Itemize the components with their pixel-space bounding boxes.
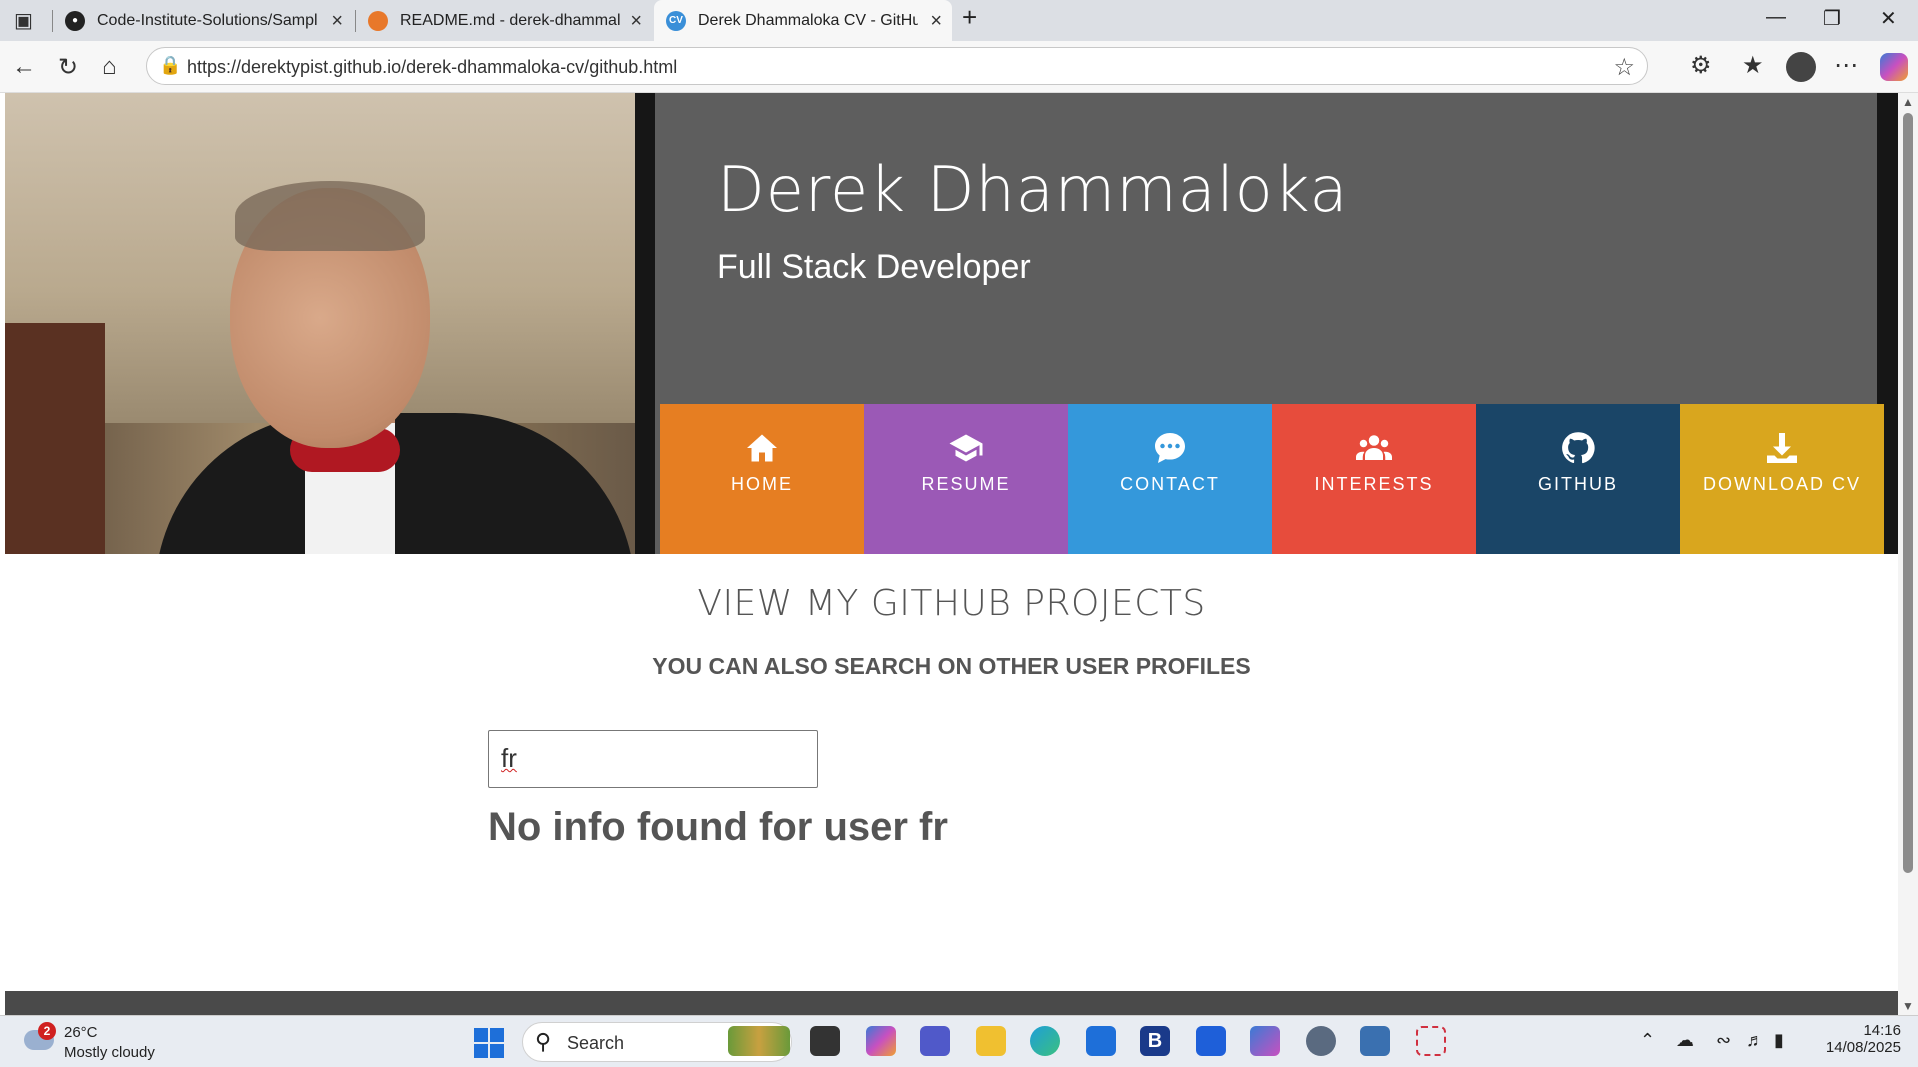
- graduation-cap-icon: [949, 434, 983, 462]
- search-icon: ⚲: [535, 1029, 552, 1054]
- tab-title: Derek Dhammaloka CV - GitHub: [698, 11, 918, 29]
- search-highlight-icon: [728, 1026, 790, 1056]
- main-nav: HOME RESUME CONTACT INTERESTS GITHUB DOW…: [660, 404, 1884, 554]
- nav-label: DOWNLOAD CV: [1702, 474, 1861, 494]
- page-scrollbar[interactable]: ▲ ▼: [1898, 93, 1918, 1015]
- nav-label: GITHUB: [1537, 474, 1618, 494]
- url-bar[interactable]: 🔒 https://derektypist.github.io/derek-dh…: [146, 47, 1648, 85]
- home-icon: [747, 434, 777, 462]
- browser-tab-bar: ▣ ● Code-Institute-Solutions/Sample × RE…: [0, 0, 1918, 41]
- restore-icon[interactable]: ❐: [1823, 6, 1841, 31]
- scrollbar-thumb[interactable]: [1903, 113, 1913, 873]
- battery-icon[interactable]: ▮: [1774, 1030, 1784, 1051]
- refresh-icon[interactable]: ↻: [58, 53, 78, 82]
- new-tab-icon[interactable]: +: [962, 2, 977, 33]
- start-button[interactable]: [474, 1028, 504, 1058]
- page-footer: [5, 991, 1898, 1015]
- page-heading: VIEW MY GITHUB PROJECTS: [697, 583, 1206, 624]
- search-label: Search: [567, 1033, 625, 1053]
- show-hidden-icons[interactable]: ⌃: [1640, 1030, 1655, 1051]
- close-tab-icon[interactable]: ×: [930, 10, 942, 33]
- profile-name: Derek Dhammaloka: [717, 153, 1349, 226]
- chat-icon: [1155, 433, 1185, 463]
- tab-code-institute[interactable]: ● Code-Institute-Solutions/Sample ×: [53, 0, 353, 41]
- scroll-down-icon[interactable]: ▼: [1902, 999, 1914, 1013]
- tab-readme[interactable]: README.md - derek-dhammalok ×: [356, 0, 652, 41]
- nav-download-cv[interactable]: DOWNLOAD CV: [1680, 404, 1884, 554]
- extensions-icon[interactable]: ⚙: [1690, 51, 1712, 80]
- page-subheading: YOU CAN ALSO SEARCH ON OTHER USER PROFIL…: [652, 653, 1251, 679]
- home-icon[interactable]: ⌂: [102, 53, 117, 81]
- profile-role: Full Stack Developer: [717, 248, 1031, 286]
- nav-label: CONTACT: [1120, 474, 1220, 494]
- nav-contact[interactable]: CONTACT: [1068, 404, 1272, 554]
- close-tab-icon[interactable]: ×: [331, 10, 343, 33]
- nav-interests[interactable]: INTERESTS: [1272, 404, 1476, 554]
- tab-cv-github[interactable]: CV Derek Dhammaloka CV - GitHub ×: [654, 0, 952, 41]
- nav-home[interactable]: HOME: [660, 404, 864, 554]
- more-options-icon[interactable]: ⋯: [1834, 51, 1858, 80]
- tab-title: README.md - derek-dhammalok: [400, 11, 620, 29]
- favorite-star-icon[interactable]: ☆: [1613, 53, 1635, 82]
- volume-icon[interactable]: ♬: [1746, 1030, 1764, 1051]
- teams-icon[interactable]: [920, 1026, 950, 1056]
- github-icon: ●: [65, 10, 85, 31]
- page-content: Derek Dhammaloka Full Stack Developer HO…: [5, 93, 1898, 1015]
- profile-photo: [5, 93, 635, 554]
- windows-taskbar: 2 26°C Mostly cloudy ⚲ Search B ⌃ ☁ ∾ ♬ …: [0, 1015, 1918, 1067]
- clock-time: 14:16: [1863, 1022, 1901, 1039]
- profile-avatar[interactable]: [1786, 52, 1816, 82]
- copilot-icon[interactable]: [1880, 53, 1908, 81]
- tab-actions-icon[interactable]: ▣: [14, 8, 33, 33]
- store-icon[interactable]: [1086, 1026, 1116, 1056]
- notification-badge: 2: [38, 1022, 56, 1040]
- nav-resume[interactable]: RESUME: [864, 404, 1068, 554]
- back-icon[interactable]: ←: [12, 53, 36, 81]
- nav-label: HOME: [731, 474, 793, 494]
- scroll-up-icon[interactable]: ▲: [1902, 95, 1914, 109]
- file-explorer-icon[interactable]: [976, 1026, 1006, 1056]
- onedrive-icon[interactable]: ☁: [1676, 1030, 1694, 1051]
- close-window-icon[interactable]: ✕: [1880, 6, 1897, 31]
- system-clock[interactable]: 14:16 14/08/2025: [1805, 1022, 1901, 1056]
- snipping-tool-icon[interactable]: [1416, 1026, 1446, 1056]
- address-toolbar: ← ↻ ⌂ 🔒 https://derektypist.github.io/de…: [0, 41, 1918, 93]
- copilot-app-icon[interactable]: [866, 1026, 896, 1056]
- weather-temperature: 26°C: [64, 1024, 98, 1041]
- lock-icon[interactable]: 🔒: [159, 55, 181, 76]
- clock-date: 14/08/2025: [1825, 1039, 1901, 1056]
- nav-github[interactable]: GITHUB: [1476, 404, 1680, 554]
- python-icon[interactable]: [1360, 1026, 1390, 1056]
- search-result-message: No info found for user fr: [488, 805, 948, 849]
- cv-favicon-icon: CV: [666, 10, 686, 31]
- download-icon: [1767, 433, 1797, 463]
- m365-icon[interactable]: [1250, 1026, 1280, 1056]
- close-tab-icon[interactable]: ×: [630, 10, 642, 33]
- settings-icon[interactable]: [1306, 1026, 1336, 1056]
- dropbox-icon[interactable]: [1196, 1026, 1226, 1056]
- weather-condition: Mostly cloudy: [64, 1044, 155, 1061]
- wifi-icon[interactable]: ∾: [1716, 1030, 1731, 1051]
- nav-label: INTERESTS: [1314, 474, 1434, 494]
- task-view-icon[interactable]: [810, 1026, 840, 1056]
- minimize-icon[interactable]: —: [1766, 6, 1786, 29]
- users-icon: [1356, 435, 1392, 460]
- gitpod-icon: [368, 10, 388, 31]
- github-icon: [1562, 432, 1595, 464]
- tab-title: Code-Institute-Solutions/Sample: [97, 11, 317, 29]
- search-input-value: fr: [501, 743, 517, 773]
- url-text[interactable]: https://derektypist.github.io/derek-dham…: [187, 57, 677, 78]
- nav-label: RESUME: [921, 474, 1011, 494]
- favorites-icon[interactable]: ★: [1742, 51, 1764, 80]
- github-username-input[interactable]: fr: [488, 730, 818, 788]
- edge-icon[interactable]: [1030, 1026, 1060, 1056]
- bold-app-icon[interactable]: B: [1140, 1026, 1170, 1056]
